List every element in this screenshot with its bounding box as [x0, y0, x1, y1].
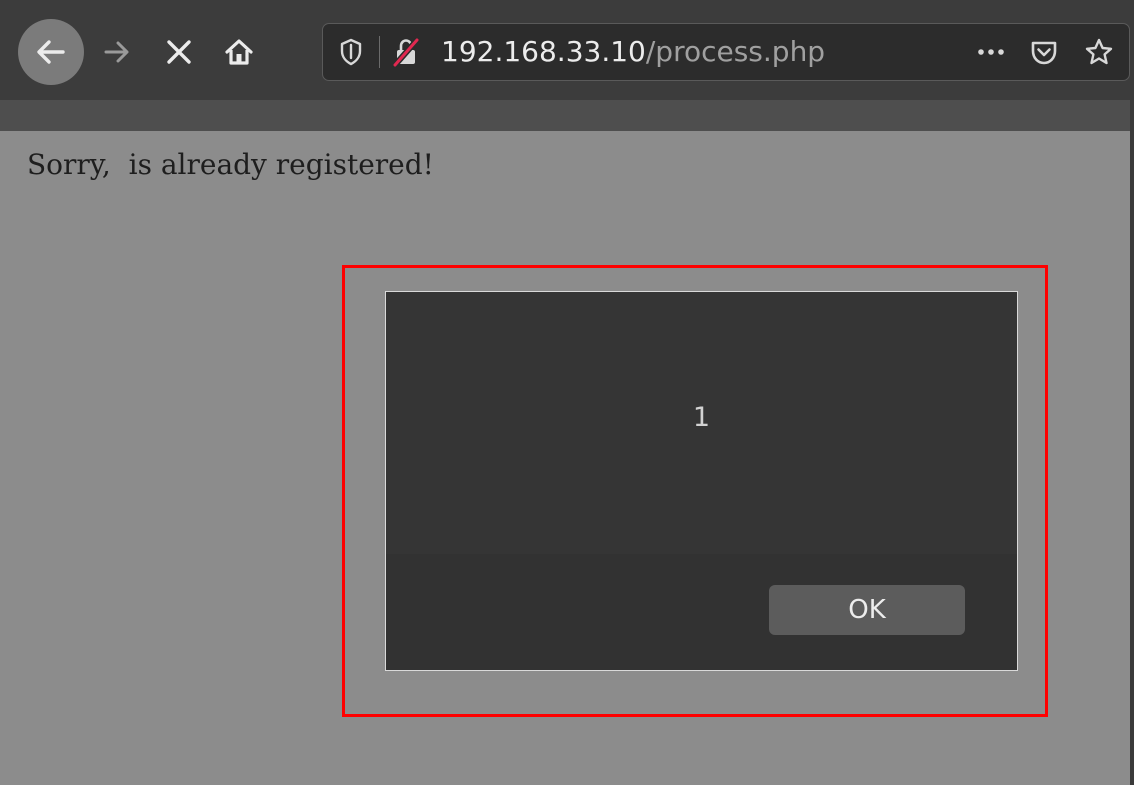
more-icon[interactable] — [973, 36, 1009, 68]
window-edge — [1130, 0, 1134, 785]
back-button[interactable] — [18, 19, 84, 85]
alert-dialog: 1 OK — [385, 291, 1018, 671]
arrow-right-icon — [104, 41, 129, 63]
toolbar-strip — [0, 100, 1134, 131]
url-separator — [379, 36, 380, 68]
url-host: 192.168.33.10 — [441, 35, 646, 68]
ok-button[interactable]: OK — [769, 585, 965, 635]
alert-footer: OK — [386, 554, 1017, 670]
url-path: /process.php — [645, 35, 826, 68]
alert-body: 1 — [386, 292, 1017, 554]
arrow-left-icon — [37, 40, 65, 64]
close-icon — [167, 40, 191, 64]
home-button[interactable] — [220, 30, 258, 74]
alert-message: 1 — [692, 402, 711, 433]
star-icon[interactable] — [1081, 34, 1117, 70]
url-bar[interactable]: 192.168.33.10/process.php — [322, 23, 1130, 81]
insecure-lock-icon[interactable] — [389, 36, 423, 68]
page-message: Sorry, is already registered! — [27, 148, 434, 181]
home-icon — [225, 39, 253, 65]
stop-button[interactable] — [159, 30, 199, 74]
browser-chrome: 192.168.33.10/process.php — [0, 0, 1134, 131]
forward-button[interactable] — [100, 32, 134, 72]
url-text[interactable]: 192.168.33.10/process.php — [441, 34, 825, 70]
pocket-icon[interactable] — [1027, 34, 1061, 70]
shield-icon[interactable] — [337, 36, 365, 68]
